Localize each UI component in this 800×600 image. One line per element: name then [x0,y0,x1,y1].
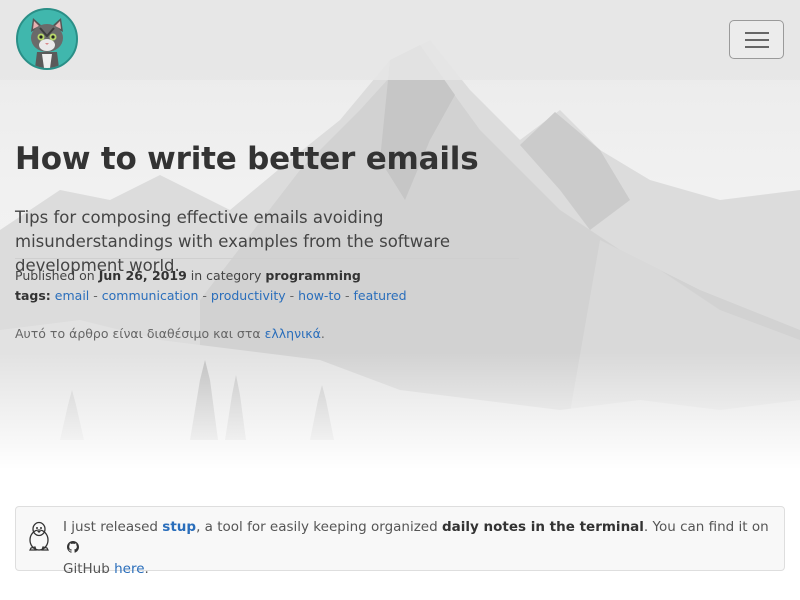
notice-text-part: , a tool for easily keeping organized [196,519,438,535]
notice-text-part: . [144,561,149,577]
stup-link[interactable]: stup [162,519,196,535]
published-prefix: Published on [15,268,95,283]
tag-separator: - [344,288,350,303]
tag-separator: - [93,288,98,303]
menu-toggle-button[interactable] [729,20,784,59]
category-link[interactable]: programming [265,268,360,283]
notice-bold-text: daily notes in the terminal [441,519,644,535]
tux-icon [29,521,49,551]
tag-link-email[interactable]: email [55,288,89,303]
category-prefix: in category [190,268,262,283]
tag-link-productivity[interactable]: productivity [211,288,286,303]
tag-separator: - [202,288,207,303]
tag-link-how-to[interactable]: how-to [298,288,341,303]
tag-separator: - [289,288,295,303]
github-icon [67,541,79,553]
tag-link-featured[interactable]: featured [353,288,406,303]
translation-notice: Αυτό το άρθρο είναι διαθέσιμο και στα ελ… [15,324,325,344]
hamburger-bar [745,46,769,48]
stup-link-label: stup [162,519,197,535]
tag-link-communication[interactable]: communication [102,288,199,303]
notice-text-part: GitHub [63,561,110,577]
tags-list: tags: email - communication - productivi… [15,286,407,306]
release-notice: I just released stup, a tool for easily … [15,506,785,577]
hamburger-menu-icon [745,32,769,34]
translation-text: Αυτό το άρθρο είναι διαθέσιμο και στα [15,326,261,341]
tags-label: tags: [15,288,51,303]
notice-text: I just released stup, a tool for easily … [63,517,775,580]
translation-link[interactable]: ελληνικά [265,326,321,341]
notice-text-part: I just released [63,519,158,535]
page-title: How to write better emails [15,141,479,177]
hamburger-bar [745,39,769,41]
navbar [0,0,800,80]
cat-avatar-icon [18,10,76,68]
github-here-link[interactable]: here [114,561,144,577]
published-meta: Published on Jun 26, 2019 in category pr… [15,266,361,286]
notice-text-part: . You can find it on [643,519,769,535]
published-date: Jun 26, 2019 [98,268,187,283]
avatar[interactable] [16,8,78,70]
translation-end: . [320,326,325,341]
divider [15,258,519,259]
